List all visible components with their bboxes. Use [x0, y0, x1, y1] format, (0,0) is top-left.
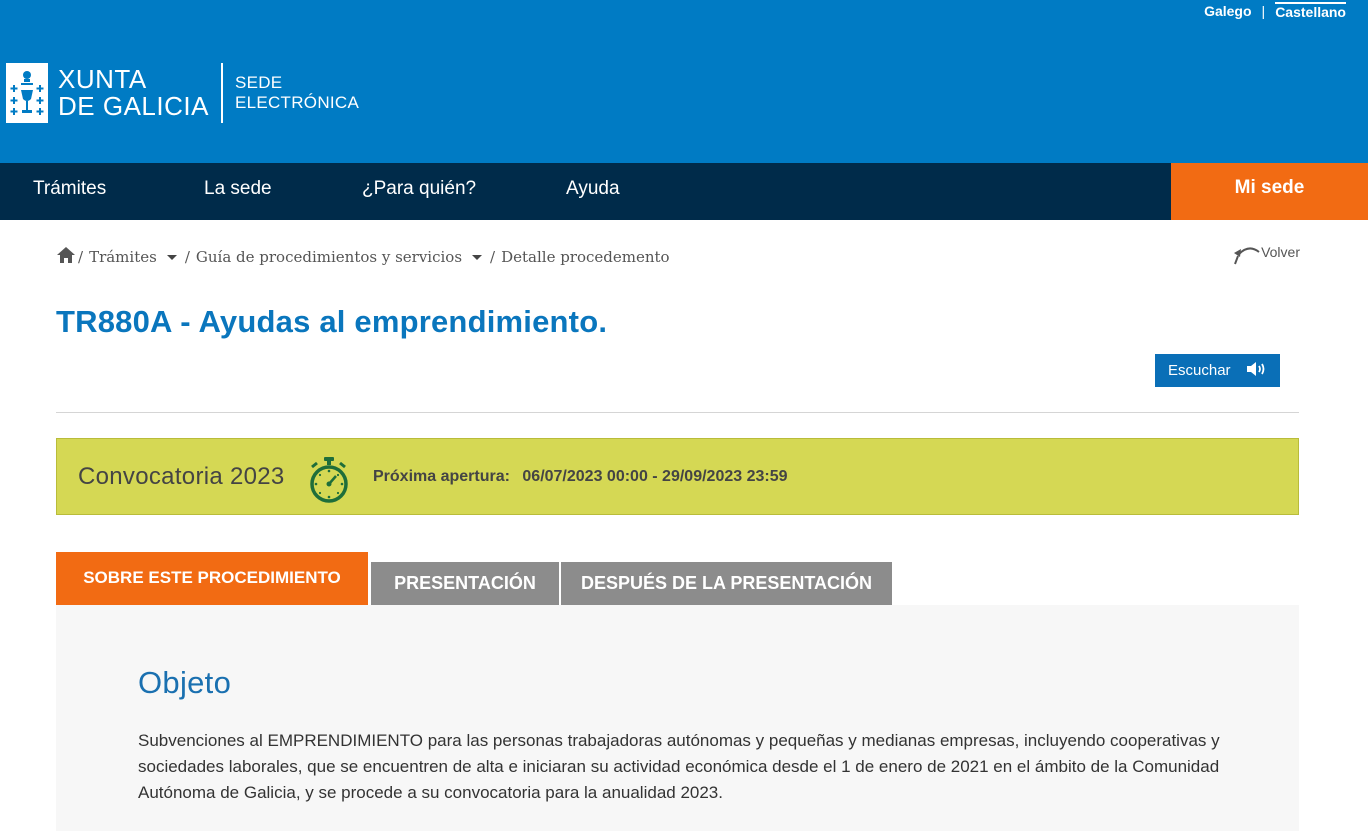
convocatoria-dates: 06/07/2023 00:00 - 29/09/2023 23:59 [522, 468, 788, 485]
breadcrumb-separator: / [184, 248, 190, 266]
tab-despues-presentacion[interactable]: DESPUÉS DE LA PRESENTACIÓN [561, 562, 892, 605]
breadcrumb-separator: / [490, 248, 496, 266]
logo-line-2: DE GALICIA [58, 91, 209, 121]
section-heading-objeto: Objeto [138, 665, 232, 700]
breadcrumb-item-tramites[interactable]: Trámites [89, 248, 157, 266]
convocatoria-label: Próxima apertura: [373, 468, 510, 485]
back-arrow-icon [1231, 244, 1261, 269]
tab-presentacion[interactable]: PRESENTACIÓN [371, 562, 559, 605]
breadcrumb-separator: / [78, 248, 84, 266]
xunta-logo[interactable]: XUNTA DE GALICIA SEDE ELECTRÓNICA [6, 63, 359, 123]
language-switcher: Galego | Castellano [1204, 2, 1346, 20]
logo-divider [220, 63, 223, 123]
listen-button-label: Escuchar [1168, 362, 1231, 379]
nav-item-ayuda[interactable]: Ayuda [566, 163, 620, 220]
sede-line-1: SEDE [234, 73, 283, 92]
lang-separator: | [1261, 3, 1266, 19]
breadcrumb: / Trámites / Guía de procedimientos y se… [56, 246, 670, 268]
listen-button[interactable]: Escuchar [1155, 354, 1280, 387]
convocatoria-dates-line: Próxima apertura: 06/07/2023 00:00 - 29/… [373, 468, 788, 486]
stopwatch-icon [307, 456, 351, 504]
page-title: TR880A - Ayudas al emprendimiento. [56, 304, 608, 339]
breadcrumb-item-guia[interactable]: Guía de procedimientos y servicios [196, 248, 462, 266]
convocatoria-title: Convocatoria 2023 [78, 463, 285, 490]
xunta-wordmark: XUNTA DE GALICIA [58, 66, 209, 120]
section-body-text: Subvenciones al EMPRENDIMIENTO para las … [138, 731, 1220, 802]
speaker-icon [1246, 361, 1268, 381]
tab-content-panel: Objeto Subvenciones al EMPRENDIMIENTO pa… [56, 605, 1299, 831]
sede-wordmark: SEDE ELECTRÓNICA [235, 73, 359, 113]
tab-sobre-este-procedimiento[interactable]: SOBRE ESTE PROCEDIMIENTO [56, 552, 368, 605]
mi-sede-button[interactable]: Mi sede [1171, 163, 1368, 220]
nav-item-para-quien[interactable]: ¿Para quién? [362, 163, 476, 220]
xunta-shield-icon [6, 63, 48, 123]
back-link[interactable]: Volver [1231, 244, 1300, 269]
nav-item-la-sede[interactable]: La sede [204, 163, 272, 220]
sede-line-2: ELECTRÓNICA [234, 93, 360, 112]
lang-galego-link[interactable]: Galego [1204, 3, 1251, 19]
site-header: Galego | Castellano XUNTA DE GALICIA SED… [0, 0, 1368, 163]
home-icon[interactable] [56, 246, 76, 268]
main-nav: Trámites La sede ¿Para quién? Ayuda Mi s… [0, 163, 1368, 220]
logo-line-1: XUNTA [58, 64, 147, 94]
chevron-down-icon[interactable] [472, 254, 483, 260]
breadcrumb-item-current: Detalle procedemento [501, 248, 670, 266]
chevron-down-icon[interactable] [166, 254, 177, 260]
section-divider [56, 412, 1299, 413]
convocatoria-banner: Convocatoria 2023 Próxima apertura: 06/0… [56, 438, 1299, 515]
lang-castellano-link[interactable]: Castellano [1275, 2, 1346, 20]
nav-item-tramites[interactable]: Trámites [33, 163, 106, 220]
back-label: Volver [1261, 244, 1300, 260]
